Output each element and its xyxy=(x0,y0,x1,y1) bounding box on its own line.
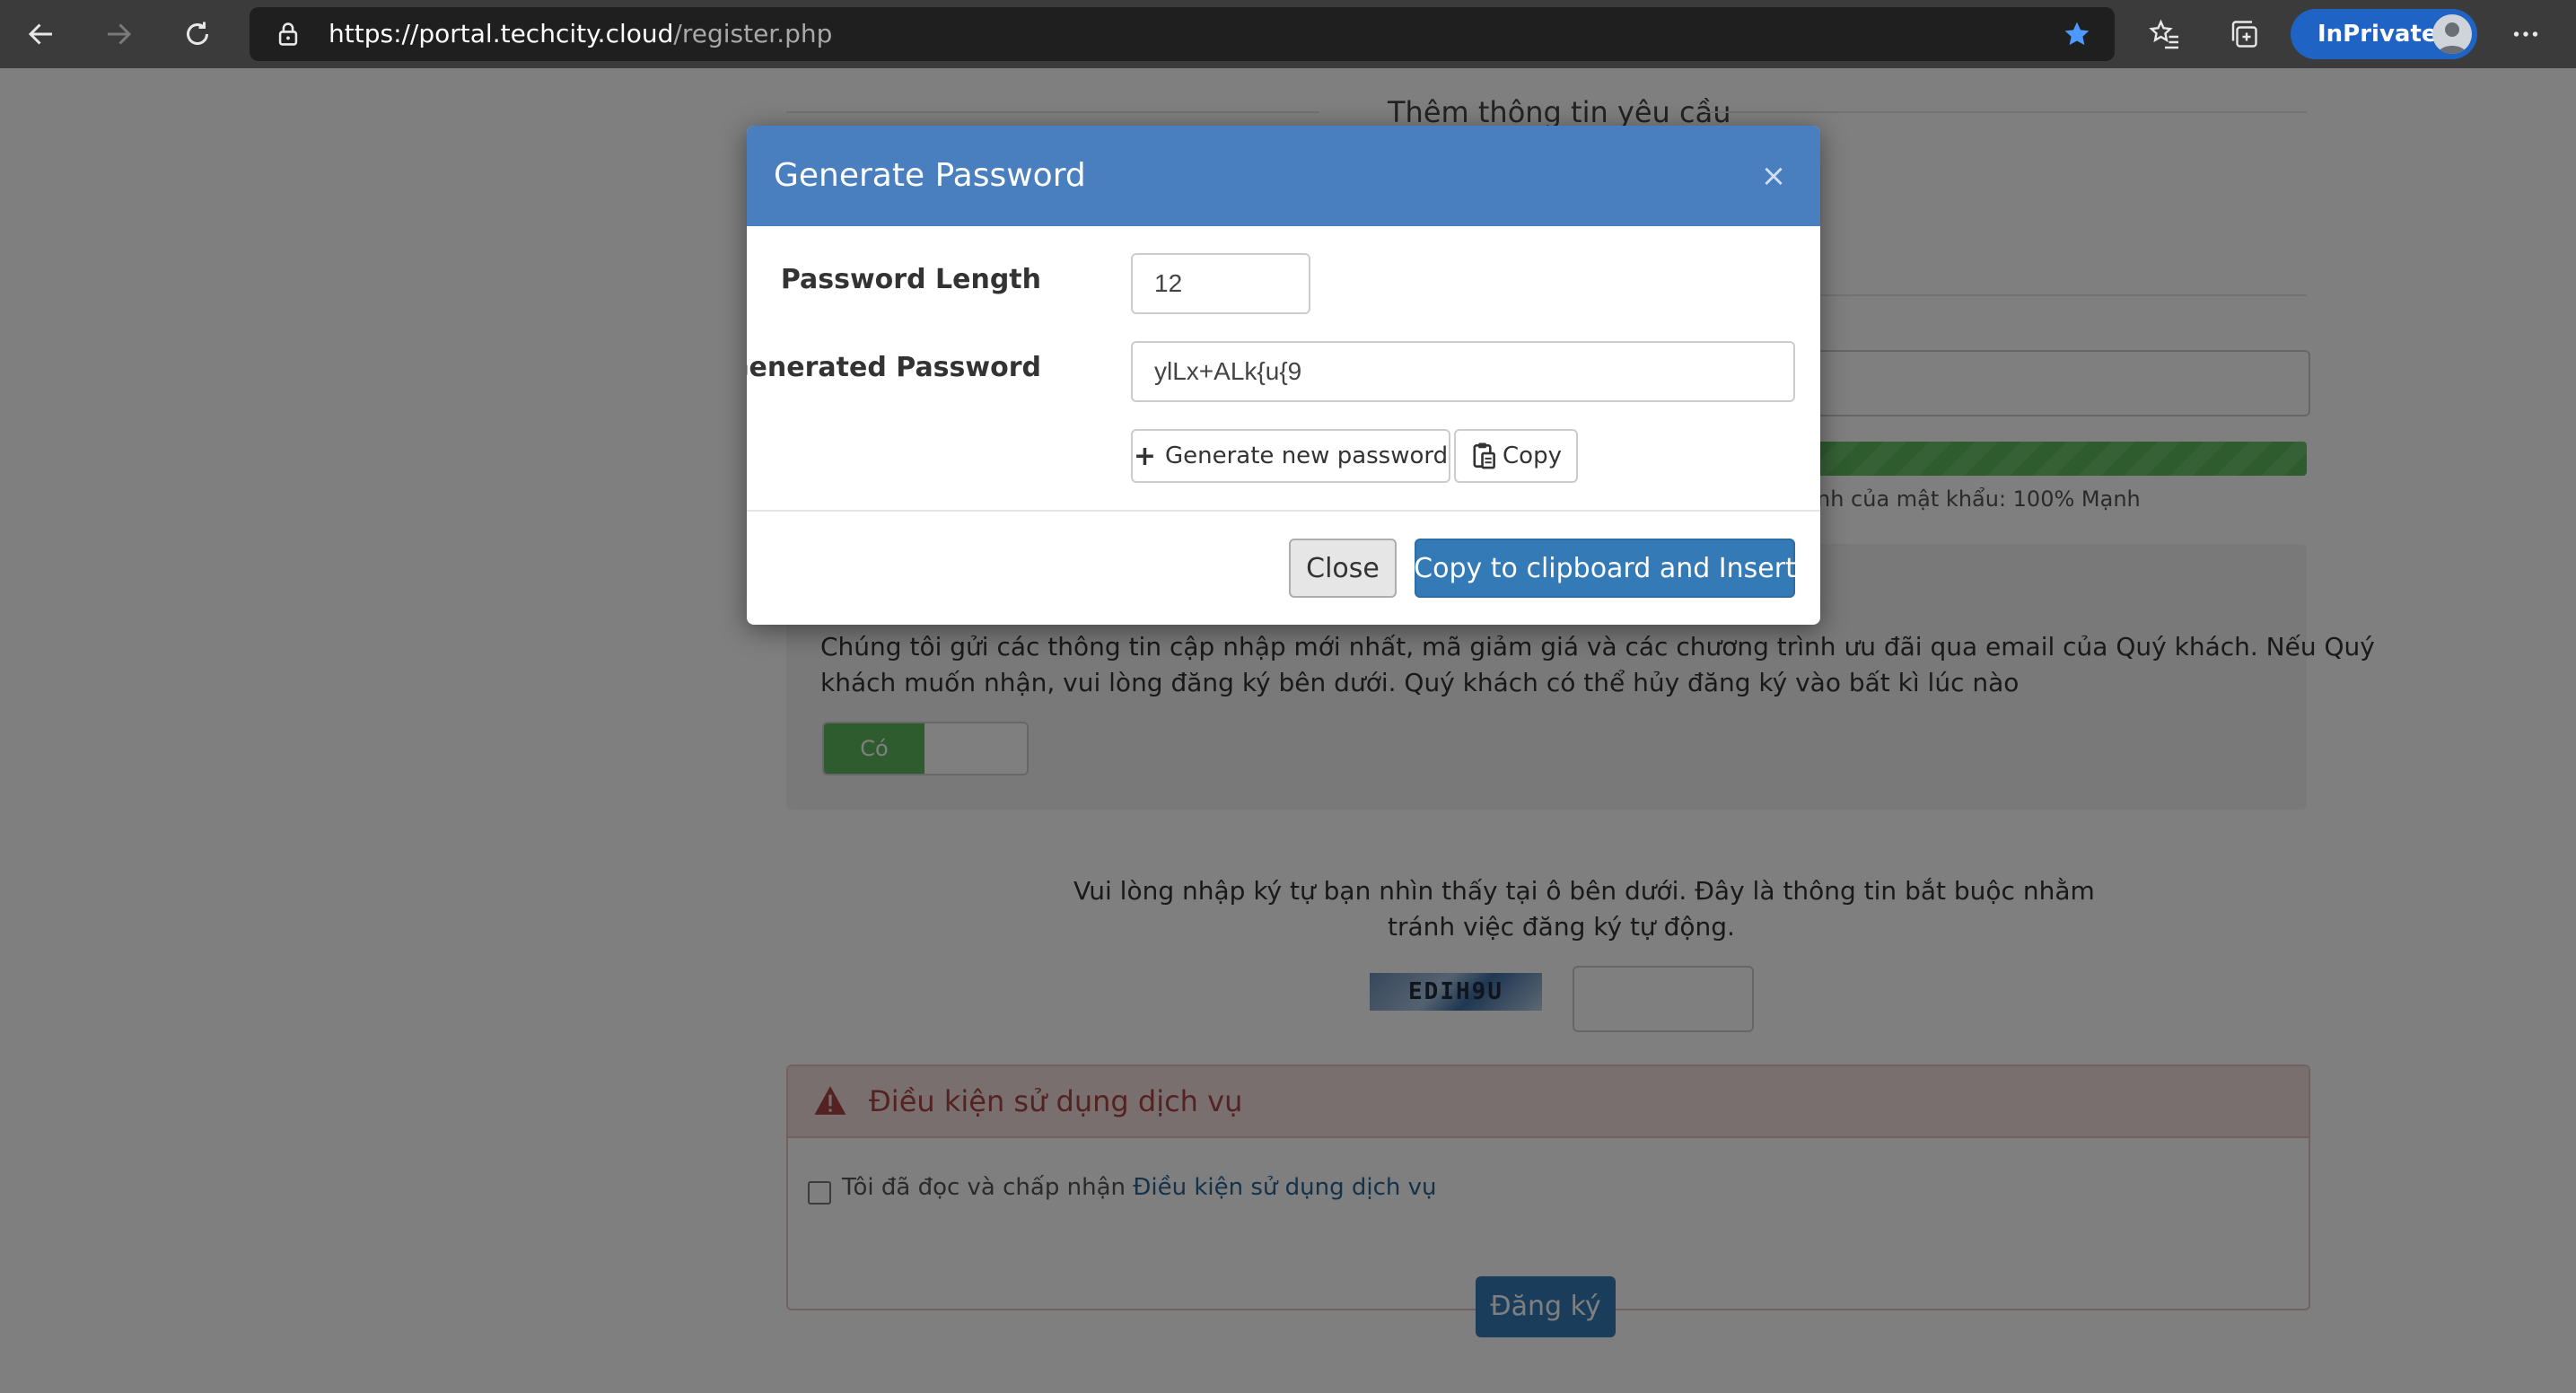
favorites-button[interactable] xyxy=(2138,7,2192,61)
modal-header: Generate Password × xyxy=(747,126,1820,226)
reload-button[interactable] xyxy=(171,7,224,61)
back-arrow-icon xyxy=(28,23,52,45)
generated-password-input[interactable] xyxy=(1131,341,1795,402)
inprivate-label: InPrivate xyxy=(2318,21,2438,48)
modal-footer-divider xyxy=(747,510,1820,512)
clipboard-icon xyxy=(1470,442,1497,470)
collections-icon xyxy=(2231,21,2257,48)
plus-icon: + xyxy=(1133,440,1156,472)
inprivate-profile-button[interactable]: InPrivate xyxy=(2291,9,2477,59)
modal-title: Generate Password xyxy=(774,157,1086,194)
url-text: https://portal.techcity.cloud/register.p… xyxy=(329,19,833,48)
reload-icon xyxy=(187,22,208,45)
lock-icon xyxy=(276,22,300,50)
forward-arrow-icon xyxy=(108,23,132,45)
address-bar[interactable]: https://portal.techcity.cloud/register.p… xyxy=(250,7,2115,61)
avatar xyxy=(2432,14,2472,54)
generate-new-password-button[interactable]: + Generate new password xyxy=(1131,429,1450,483)
collections-button[interactable] xyxy=(2217,7,2271,61)
forward-button[interactable] xyxy=(92,7,145,61)
back-button[interactable] xyxy=(14,7,68,61)
browser-toolbar: https://portal.techcity.cloud/register.p… xyxy=(0,0,2576,68)
password-length-input[interactable] xyxy=(1131,253,1310,314)
more-dots-icon xyxy=(2513,31,2538,37)
favorites-list-icon xyxy=(2149,19,2178,49)
copy-button[interactable]: Copy xyxy=(1454,429,1578,483)
password-length-label: Password Length xyxy=(780,264,1041,295)
more-menu-button[interactable] xyxy=(2499,7,2553,61)
favorite-star-icon[interactable] xyxy=(2063,20,2091,52)
close-button[interactable]: Close xyxy=(1289,539,1397,598)
generated-password-label: Generated Password xyxy=(747,352,1041,383)
copy-button-label: Copy xyxy=(1503,442,1562,469)
generate-button-label: Generate new password xyxy=(1165,442,1449,469)
copy-and-insert-button[interactable]: Copy to clipboard and Insert xyxy=(1414,539,1796,598)
close-icon[interactable]: × xyxy=(1756,158,1792,194)
generate-password-dialog: Generate Password × Password Length Gene… xyxy=(747,126,1820,625)
